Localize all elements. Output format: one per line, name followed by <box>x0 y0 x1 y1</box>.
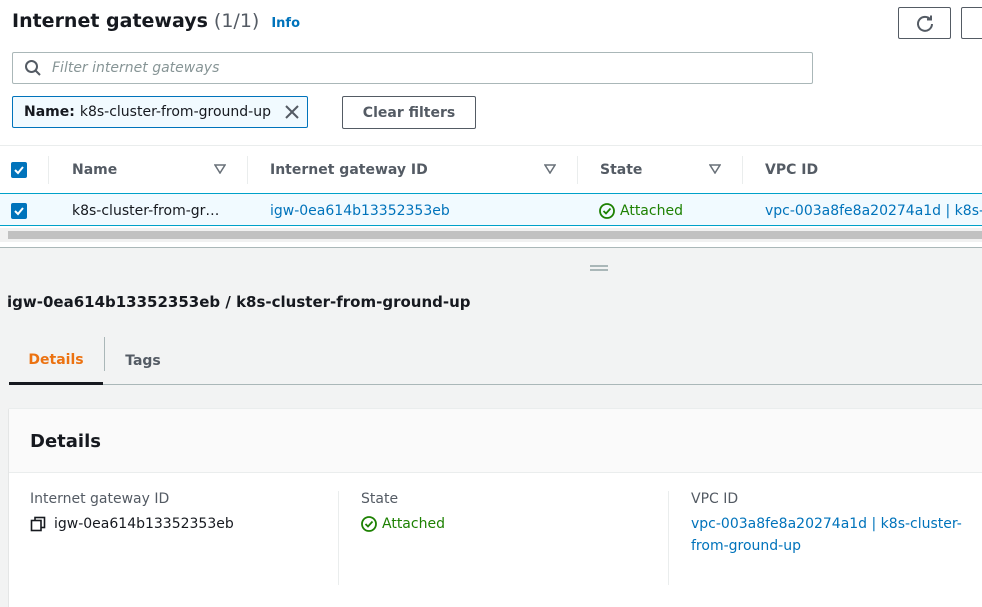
tab-details[interactable]: Details <box>9 337 103 385</box>
table-header: Name Internet gateway ID State VPC ID <box>0 145 982 193</box>
filter-token-key: Name: <box>24 104 75 120</box>
row-gateway-id-link[interactable]: igw-0ea614b13352353eb <box>270 194 450 227</box>
column-header-vpc-id[interactable]: VPC ID <box>765 146 818 194</box>
row-state-label: Attached <box>620 202 683 219</box>
search-icon <box>25 60 41 76</box>
filter-token: Name: k8s-cluster-from-ground-up <box>12 96 308 128</box>
search-input[interactable] <box>52 60 752 76</box>
close-icon[interactable] <box>283 103 301 121</box>
column-divider <box>338 491 339 585</box>
vpc-id-link[interactable]: vpc-003a8fe8a20274a1d | k8s-cluster-from… <box>691 513 981 557</box>
internet-gateways-panel: Internet gateways (1/1) Info Name: k8s-c… <box>0 0 982 248</box>
tab-tags[interactable]: Tags <box>105 337 181 385</box>
column-header-name[interactable]: Name <box>72 146 117 194</box>
column-divider <box>577 156 578 184</box>
row-state: Attached <box>599 194 683 227</box>
sort-down-icon[interactable] <box>709 164 721 174</box>
state-value-row: Attached <box>361 516 661 532</box>
details-card-header: Details <box>9 409 982 473</box>
vpc-id-label: VPC ID <box>691 491 739 507</box>
row-name: k8s-cluster-from-gr… <box>72 202 220 219</box>
vpc-id-field: VPC ID vpc-003a8fe8a20274a1d | k8s-clust… <box>691 491 982 585</box>
horizontal-scrollbar[interactable] <box>0 228 982 242</box>
sort-down-icon[interactable] <box>214 164 226 174</box>
row-checkbox[interactable] <box>11 194 27 227</box>
column-divider <box>742 156 743 184</box>
actions-button[interactable] <box>961 7 982 39</box>
column-divider <box>48 156 49 184</box>
column-divider <box>668 491 669 585</box>
status-ok-icon <box>361 516 377 532</box>
checkbox-checked-icon <box>11 162 27 178</box>
details-card-title: Details <box>30 431 101 452</box>
checkbox-checked-icon <box>11 202 27 219</box>
page-header: Internet gateways (1/1) Info <box>12 10 300 32</box>
filter-token-value: k8s-cluster-from-ground-up <box>79 104 271 120</box>
gateway-id-field: Internet gateway ID igw-0ea614b13352353e… <box>30 491 330 585</box>
scrollbar-thumb[interactable] <box>8 231 982 239</box>
clear-filters-button[interactable]: Clear filters <box>342 96 476 129</box>
refresh-button[interactable] <box>898 7 951 39</box>
select-all-checkbox[interactable] <box>11 146 27 194</box>
filter-search-box[interactable] <box>12 52 813 84</box>
gateway-id-value: igw-0ea614b13352353eb <box>54 516 234 532</box>
gateway-id-label: Internet gateway ID <box>30 491 170 507</box>
column-header-state[interactable]: State <box>600 146 642 194</box>
state-label: State <box>361 491 399 507</box>
drag-handle-icon[interactable] <box>590 265 608 271</box>
details-card: Details Internet gateway ID igw-0ea614b1… <box>9 408 982 607</box>
copy-icon[interactable] <box>30 516 46 532</box>
column-divider <box>247 156 248 184</box>
page-title: Internet gateways <box>12 10 208 32</box>
info-link[interactable]: Info <box>271 16 300 31</box>
state-value: Attached <box>382 516 445 532</box>
row-vpc-id-link[interactable]: vpc-003a8fe8a20274a1d | k8s- <box>765 194 982 227</box>
state-field: State Attached <box>361 491 661 585</box>
refresh-icon <box>916 15 933 32</box>
gateway-id-value-row: igw-0ea614b13352353eb <box>30 516 330 532</box>
detail-tabs: Details Tags <box>9 337 982 385</box>
column-header-gateway-id[interactable]: Internet gateway ID <box>270 146 428 194</box>
status-ok-icon <box>599 202 615 219</box>
detail-heading: igw-0ea614b13352353eb / k8s-cluster-from… <box>7 293 471 311</box>
sort-down-icon[interactable] <box>544 164 556 174</box>
table-row[interactable]: k8s-cluster-from-gr… igw-0ea614b13352353… <box>0 193 982 226</box>
item-count: (1/1) <box>213 10 260 32</box>
